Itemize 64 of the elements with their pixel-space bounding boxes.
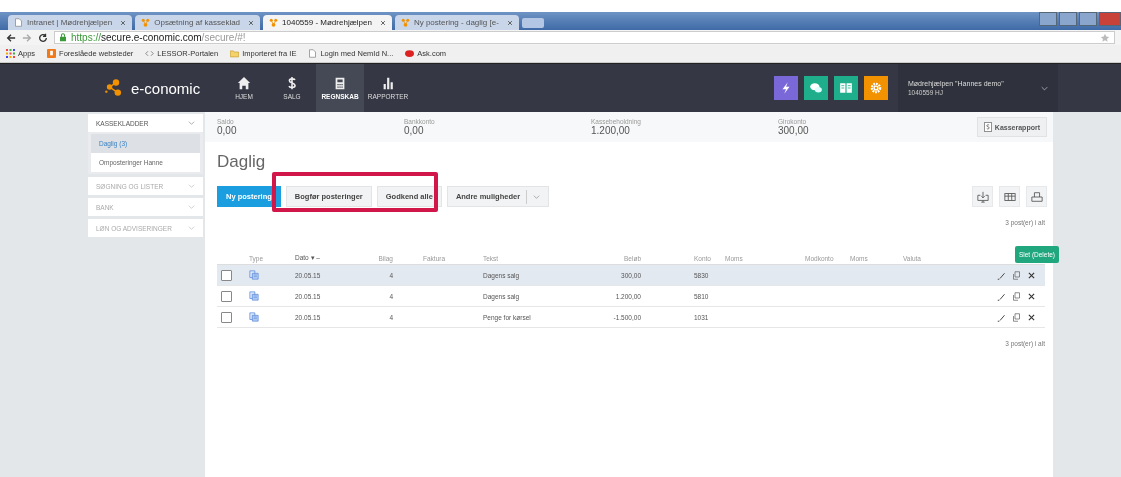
page-icon — [308, 49, 318, 58]
chevron-down-icon — [188, 226, 195, 230]
dollar-document-icon — [983, 122, 992, 132]
bookmark-icon — [47, 49, 57, 58]
print-button[interactable] — [1026, 186, 1047, 207]
document-icon — [249, 290, 259, 301]
copy-icon[interactable] — [1012, 291, 1021, 301]
forward-icon[interactable] — [22, 32, 32, 43]
logo-icon — [141, 18, 151, 27]
reload-icon[interactable] — [38, 32, 48, 43]
printer-icon — [1030, 190, 1043, 203]
pencil-icon[interactable] — [997, 312, 1006, 322]
folder-icon — [230, 49, 240, 58]
page-title: Daglig — [217, 152, 267, 173]
book-button[interactable] — [834, 76, 858, 100]
row-checkbox[interactable] — [221, 290, 232, 302]
pencil-icon[interactable] — [997, 291, 1006, 301]
ask-logo-icon — [405, 49, 415, 58]
document-icon — [249, 311, 259, 322]
chevron-down-icon — [1041, 85, 1048, 91]
e-conomic-logo[interactable]: e-conomic — [105, 64, 215, 112]
summary-value: 300,00 — [778, 125, 810, 136]
browser-tab[interactable]: Opsætning af kasseklad — [135, 15, 261, 30]
logo-icon — [400, 18, 410, 27]
chevron-down-icon — [188, 184, 195, 188]
star-icon[interactable] — [1100, 32, 1110, 43]
logo-icon — [269, 18, 279, 27]
page-icon — [14, 18, 23, 27]
calculator-icon — [333, 76, 347, 90]
chevron-down-icon — [188, 205, 195, 209]
chat-button[interactable] — [804, 76, 828, 100]
document-icon — [249, 269, 259, 280]
bar-chart-icon — [381, 76, 395, 90]
chevron-down-icon — [533, 194, 541, 199]
copy-icon[interactable] — [1012, 312, 1021, 322]
chevron-down-icon — [188, 121, 195, 125]
summary-value: 0,00 — [404, 125, 425, 136]
lock-icon — [59, 33, 67, 42]
bolt-button[interactable] — [774, 76, 798, 100]
code-icon — [145, 49, 155, 58]
copy-icon[interactable] — [1012, 270, 1021, 280]
import-button[interactable] — [972, 186, 993, 207]
download-icon — [976, 190, 989, 203]
back-icon[interactable] — [6, 32, 16, 43]
row-checkbox[interactable] — [221, 269, 232, 281]
dollar-icon — [285, 76, 299, 90]
row-checkbox[interactable] — [221, 311, 232, 323]
new-tab-button[interactable] — [521, 18, 544, 28]
chat-icon — [809, 81, 823, 95]
summary-value: 1.200,00 — [591, 125, 630, 136]
summary-value: 0,00 — [217, 125, 238, 136]
apps-grid-icon — [6, 49, 15, 58]
home-icon — [237, 76, 251, 90]
browser-tab[interactable]: 1040559 - Mødrehjælpen — [263, 15, 392, 30]
table-icon — [1003, 190, 1016, 203]
table-view-button[interactable] — [999, 186, 1020, 207]
browser-tab[interactable]: Ny postering - daglig [e- — [394, 15, 519, 30]
pencil-icon[interactable] — [997, 270, 1006, 280]
book-icon — [839, 81, 853, 95]
settings-button[interactable] — [864, 76, 888, 100]
address-bar[interactable]: https://secure.e-conomic.com/secure/#! — [54, 31, 1115, 44]
browser-tab[interactable]: Intranet | Mødrehjælpen — [8, 15, 133, 30]
settings-icon — [869, 81, 883, 95]
url-text: https://secure.e-conomic.com/secure/#! — [71, 32, 247, 43]
